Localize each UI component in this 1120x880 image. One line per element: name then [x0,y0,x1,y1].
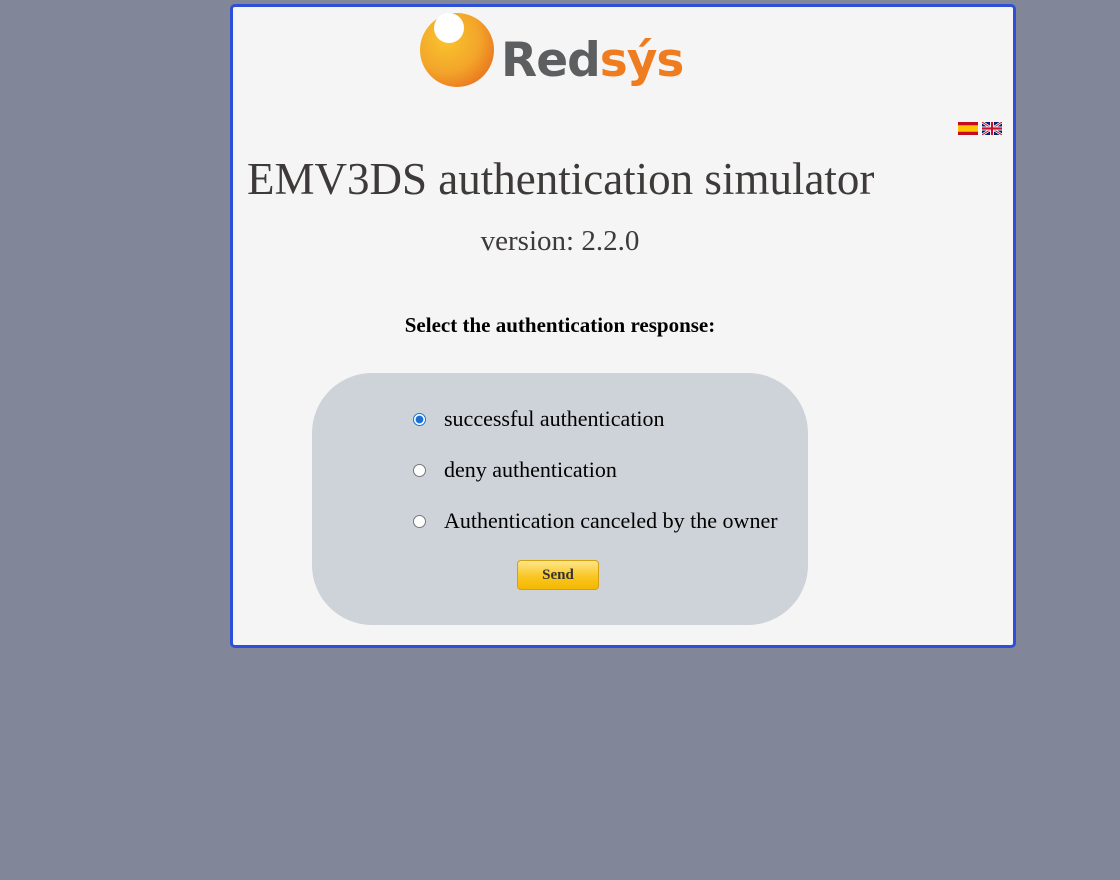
simulator-card: Redsýs EMV3DS authentication simulator v… [230,4,1016,648]
option-deny-radio[interactable] [413,463,426,477]
redsys-logo-icon [420,13,494,87]
option-successful: successful authentication [413,406,665,432]
option-successful-radio[interactable] [413,412,426,426]
send-button[interactable]: Send [517,560,599,590]
redsys-logo-text: Redsýs [501,33,684,88]
uk-flag-icon[interactable] [982,122,1002,135]
version-label: version: 2.2.0 [480,225,640,257]
option-successful-label[interactable]: successful authentication [444,406,665,432]
option-canceled: Authentication canceled by the owner [413,508,778,534]
page-title: EMV3DS authentication simulator [247,154,875,204]
option-deny: deny authentication [413,457,617,483]
response-prompt: Select the authentication response: [404,313,716,337]
response-options-panel: successful authentication deny authentic… [312,373,808,625]
option-canceled-label[interactable]: Authentication canceled by the owner [444,508,778,534]
option-canceled-radio[interactable] [413,514,426,528]
spain-flag-icon[interactable] [958,122,978,135]
language-selector [958,122,1002,135]
option-deny-label[interactable]: deny authentication [444,457,617,483]
redsys-logo: Redsýs [419,9,684,101]
